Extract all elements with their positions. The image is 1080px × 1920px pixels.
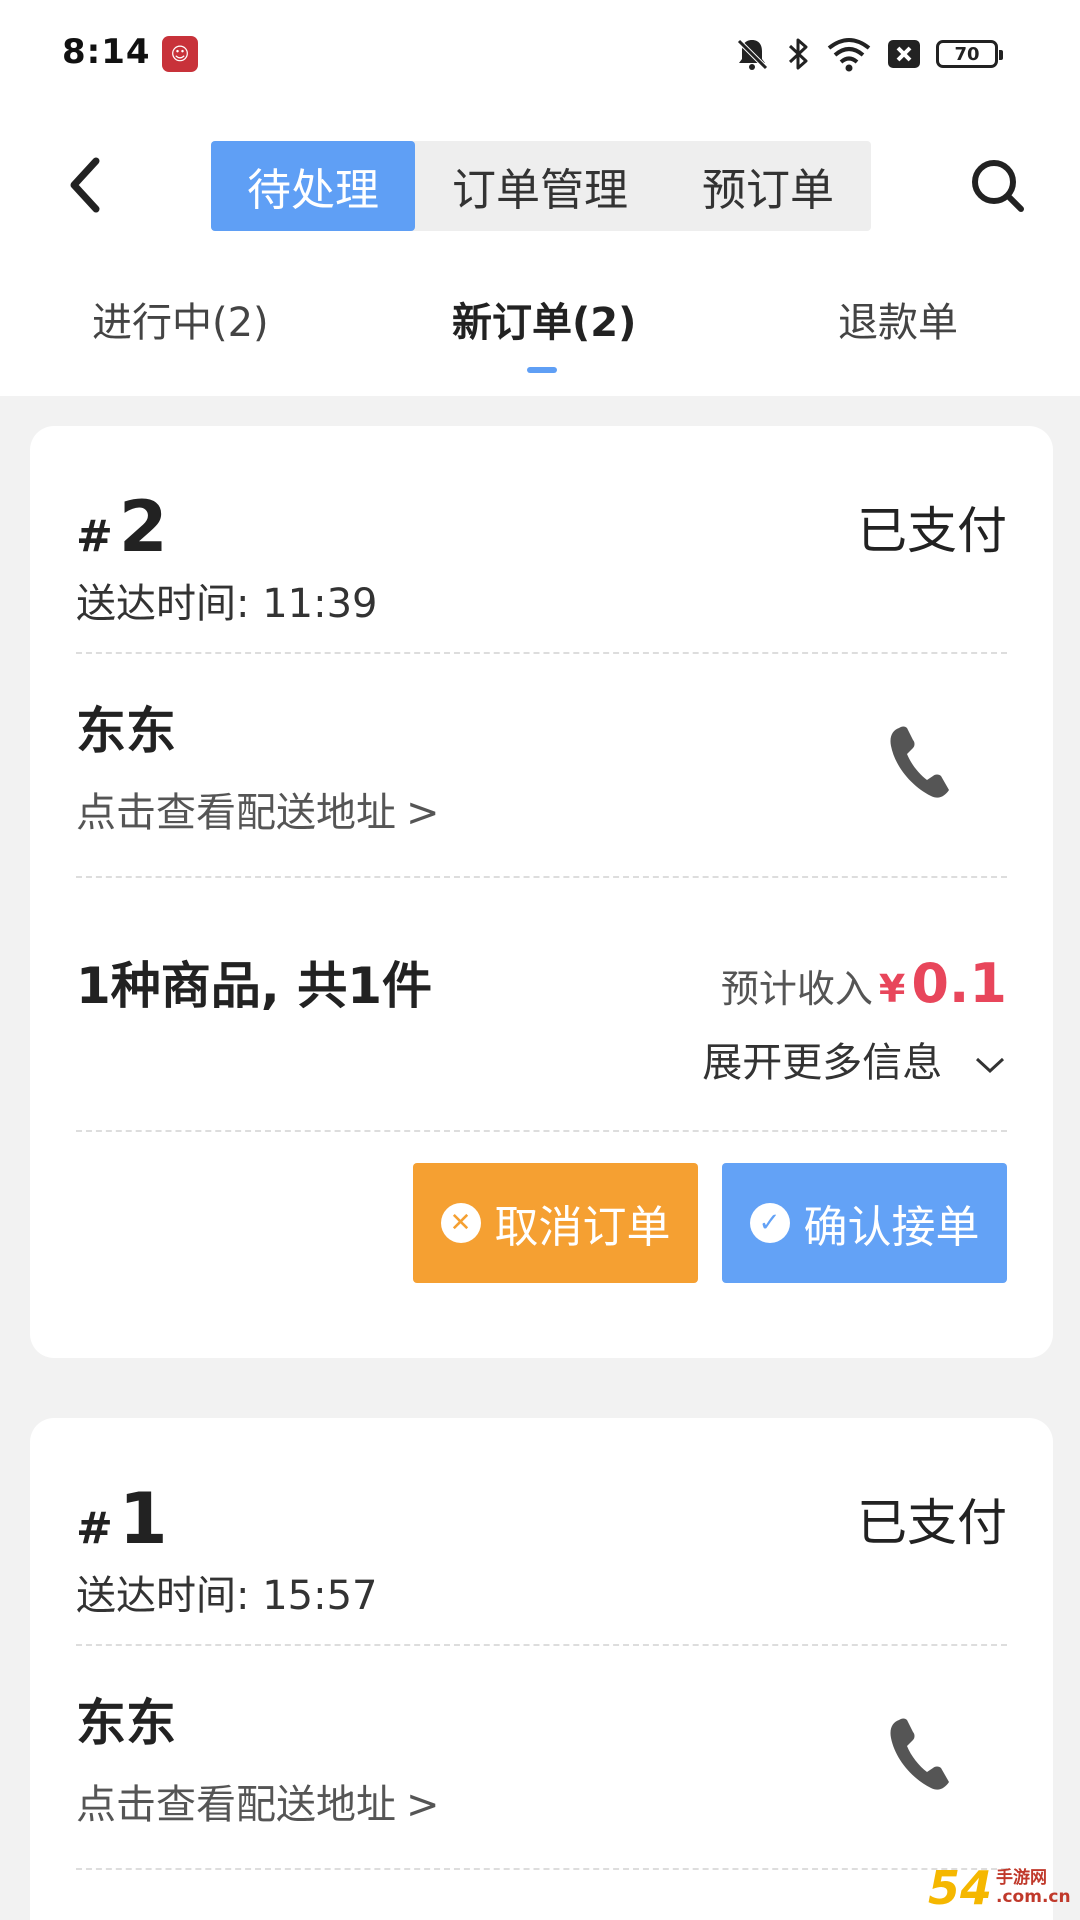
order-hash: # (76, 511, 113, 562)
watermark-big: 54 (928, 1861, 993, 1915)
search-icon[interactable] (968, 156, 1026, 214)
divider (76, 876, 1007, 878)
income-label: 预计收入 (720, 967, 873, 1011)
order-hash: # (76, 1503, 113, 1554)
confirm-order-button[interactable]: ✓ 确认接单 (722, 1163, 1007, 1283)
currency-symbol: ¥ (878, 967, 906, 1011)
subtab-in-progress[interactable]: 进行中(2) (92, 290, 269, 348)
wifi-icon (827, 38, 871, 72)
order-number-value: 1 (118, 1478, 168, 1560)
income-amount: 0.1 (911, 952, 1007, 1015)
battery-icon: 70 (936, 40, 1003, 68)
divider (76, 652, 1007, 654)
view-address-link[interactable]: 点击查看配送地址 > (76, 780, 440, 838)
active-tab-indicator (527, 367, 557, 373)
tab-order-management[interactable]: 订单管理 (415, 141, 665, 231)
status-time: 8:14 (62, 32, 151, 72)
close-circle-icon: ✕ (440, 1203, 481, 1243)
back-arrow-icon[interactable] (62, 155, 112, 215)
payment-status: 已支付 (857, 502, 1007, 560)
view-address-link[interactable]: 点击查看配送地址 > (76, 1772, 440, 1830)
expand-label: 展开更多信息 (702, 1040, 943, 1086)
app-icon: ☺ (162, 36, 198, 72)
estimated-income: 预计收入 ¥ 0.1 (721, 952, 1007, 1015)
cancel-order-button[interactable]: ✕ 取消订单 (413, 1163, 698, 1283)
divider (76, 1644, 1007, 1646)
chevron-down-icon (975, 1057, 1005, 1074)
delivery-time: 送达时间: 11:39 (76, 581, 378, 627)
top-header-area: 8:14 ☺ 70 待处理 订单管理 预订单 进行中(2) 新订单(2) 退款单 (0, 0, 1080, 396)
status-bar: 8:14 ☺ 70 (0, 0, 1080, 110)
watermark-line1: 手游网 (996, 1868, 1048, 1889)
chevron-right-icon: > (406, 1782, 440, 1828)
order-number-value: 2 (118, 486, 168, 568)
divider (76, 1130, 1007, 1132)
bell-off-icon (737, 39, 768, 70)
bluetooth-icon (788, 38, 808, 70)
watermark-line2: .com.cn (996, 1887, 1071, 1907)
sim-off-icon (888, 40, 920, 68)
view-address-label: 点击查看配送地址 (76, 790, 396, 836)
tab-reservations[interactable]: 预订单 (665, 141, 871, 231)
cancel-order-label: 取消订单 (494, 1202, 671, 1253)
tab-pending[interactable]: 待处理 (211, 141, 415, 231)
phone-icon[interactable] (885, 1714, 955, 1794)
subtab-refunds[interactable]: 退款单 (838, 290, 958, 348)
delivery-time: 送达时间: 15:57 (76, 1573, 378, 1619)
subtab-new-orders[interactable]: 新订单(2) (452, 290, 636, 348)
view-address-label: 点击查看配送地址 (76, 1782, 396, 1828)
customer-name: 东东 (76, 702, 176, 760)
watermark-logo: 54 手游网 .com.cn (928, 1858, 1078, 1918)
order-number: #1 (76, 1478, 168, 1560)
customer-name: 东东 (76, 1694, 176, 1752)
payment-status: 已支付 (857, 1494, 1007, 1552)
confirm-order-label: 确认接单 (803, 1202, 980, 1253)
segmented-tabs: 待处理 订单管理 预订单 (211, 141, 871, 231)
order-number: #2 (76, 486, 168, 568)
watermark-small: 手游网 .com.cn (996, 1869, 1071, 1906)
phone-icon[interactable] (885, 722, 955, 802)
check-circle-icon: ✓ (749, 1203, 790, 1243)
chevron-right-icon: > (406, 790, 440, 836)
expand-more-info[interactable]: 展开更多信息 (702, 1030, 1007, 1088)
order-card: #2 已支付 送达时间: 11:39 东东 点击查看配送地址 > 1种商品, 共1… (30, 426, 1053, 1358)
order-card: #1 已支付 送达时间: 15:57 东东 点击查看配送地址 > (30, 1418, 1053, 1920)
items-summary: 1种商品, 共1件 (76, 957, 432, 1015)
divider (76, 1868, 1007, 1870)
